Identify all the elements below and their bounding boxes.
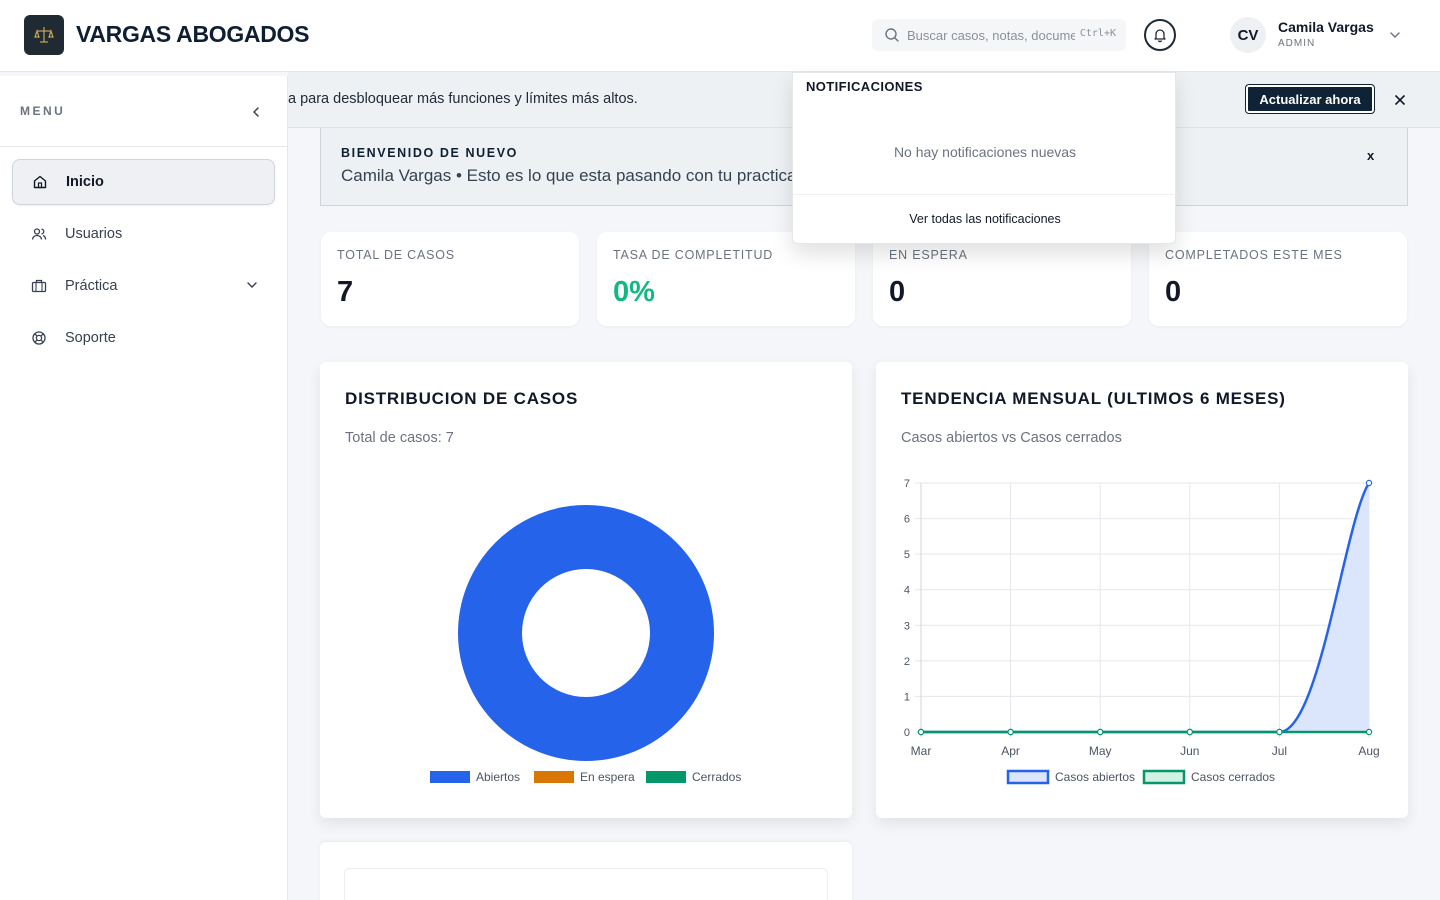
chevron-left-icon	[253, 107, 259, 117]
data-point	[1365, 728, 1373, 736]
legend-label: Abiertos	[476, 770, 520, 784]
legend-label: Casos cerrados	[1191, 770, 1275, 784]
banner-close-button[interactable]	[1390, 90, 1410, 110]
briefcase-icon	[30, 277, 48, 295]
sidebar-item-inicio[interactable]: Inicio	[12, 159, 275, 205]
stat-value: 0	[889, 276, 906, 308]
y-tick-label: 5	[904, 549, 910, 561]
distribution-donut-chart: Abiertos En espera Cerrados	[430, 505, 741, 784]
sidebar-item-soporte[interactable]: Soporte	[12, 315, 275, 361]
y-tick-label: 6	[904, 514, 910, 526]
notifications-dropdown: NOTIFICACIONES No hay notificaciones nue…	[792, 72, 1177, 244]
sidebar-item-usuarios[interactable]: Usuarios	[12, 211, 275, 257]
scales-icon	[34, 27, 54, 43]
stat-label: TOTAL DE CASOS	[337, 248, 455, 262]
donut-slice-abiertos	[458, 505, 714, 761]
collapse-sidebar-button[interactable]	[246, 102, 266, 122]
bell-icon	[1154, 29, 1166, 43]
welcome-close-button[interactable]: x	[1367, 148, 1374, 163]
series-area-casos-abiertos	[921, 483, 1369, 732]
stat-label: EN ESPERA	[889, 248, 968, 262]
search-icon	[885, 28, 899, 42]
search-input[interactable]	[907, 25, 1075, 45]
welcome-kicker: BIENVENIDO DE NUEVO	[341, 146, 518, 160]
stat-card-total-casos: TOTAL DE CASOS 7	[321, 232, 579, 326]
welcome-subtitle: Camila Vargas • Esto es lo que esta pasa…	[341, 166, 833, 185]
lifebuoy-icon	[30, 329, 48, 347]
search-shortcut: Ctrl+K	[1079, 28, 1116, 39]
data-point	[1096, 728, 1104, 736]
trend-card: TENDENCIA MENSUAL (ULTIMOS 6 MESES) Caso…	[876, 362, 1408, 818]
legend-swatch	[1006, 769, 1050, 785]
y-tick-label: 2	[904, 656, 910, 668]
trend-line-chart: 0 1 2 3 4 5 6 7 Mar Apr May Jun Jul Aug Casos abiertos…	[904, 478, 1380, 785]
series-line-casos-abiertos	[921, 482, 1371, 734]
y-tick-label: 7	[904, 478, 910, 490]
legend-label: En espera	[580, 770, 635, 784]
stat-card-en-espera: EN ESPERA 0	[873, 232, 1131, 326]
x-tick-label: Apr	[1001, 744, 1020, 758]
x-tick-label: Aug	[1358, 744, 1379, 758]
sidebar-item-label: Práctica	[65, 278, 118, 294]
data-point	[917, 728, 925, 736]
upgrade-now-button[interactable]: Actualizar ahora	[1246, 85, 1374, 113]
view-all-notifications-link[interactable]: Ver todas las notificaciones	[793, 212, 1177, 226]
users-icon	[30, 225, 48, 243]
sidebar-item-practica[interactable]: Práctica	[12, 263, 275, 309]
legend-swatch	[646, 771, 686, 783]
sidebar-item-label: Inicio	[66, 174, 104, 190]
notifications-button[interactable]	[1144, 19, 1176, 51]
y-tick-label: 1	[904, 691, 910, 703]
user-avatar[interactable]: CV	[1230, 17, 1266, 53]
stat-value: 0%	[613, 276, 655, 308]
global-search[interactable]: Ctrl+K	[872, 19, 1126, 51]
stat-card-tasa-completitud: TASA DE COMPLETITUD 0%	[597, 232, 855, 326]
x-tick-label: Mar	[911, 744, 932, 758]
user-role: ADMIN	[1278, 38, 1316, 49]
top-header: VARGAS ABOGADOS Ctrl+K CV Camila Vargas …	[0, 0, 1440, 72]
close-icon	[1394, 94, 1406, 106]
data-point	[1186, 728, 1193, 736]
bottom-card	[320, 842, 852, 900]
legend-label: Casos abiertos	[1055, 770, 1135, 784]
sidebar-item-label: Soporte	[65, 330, 116, 346]
brand-logo[interactable]	[24, 15, 64, 55]
y-tick-label: 4	[904, 585, 910, 597]
notifications-empty-message: No hay notificaciones nuevas	[893, 144, 1077, 160]
sidebar-title: MENU	[20, 104, 66, 118]
legend-swatch	[534, 771, 574, 783]
brand-name[interactable]: VARGAS ABOGADOS	[76, 21, 309, 48]
x-tick-label: Jul	[1272, 744, 1287, 758]
stat-label: COMPLETADOS ESTE MES	[1165, 248, 1343, 262]
data-point	[1276, 728, 1283, 736]
stat-label: TASA DE COMPLETITUD	[613, 248, 774, 262]
bottom-card-inner	[344, 868, 828, 900]
sidebar: MENU Inicio Usuarios Práctica Soporte	[0, 76, 288, 900]
user-name[interactable]: Camila Vargas	[1278, 19, 1374, 35]
notifications-title: NOTIFICACIONES	[806, 79, 923, 94]
y-tick-label: 0	[904, 727, 910, 739]
legend-swatch	[430, 771, 470, 783]
chevron-down-icon[interactable]	[245, 278, 259, 292]
x-tick-label: Jun	[1180, 744, 1199, 758]
stat-value: 7	[337, 276, 354, 308]
banner-text: a para desbloquear más funciones y límit…	[288, 91, 638, 107]
home-icon	[31, 173, 49, 191]
legend-label: Cerrados	[692, 770, 741, 784]
x-tick-label: May	[1089, 744, 1112, 758]
notifications-divider	[793, 194, 1177, 195]
y-tick-label: 3	[904, 620, 910, 632]
chevron-down-icon[interactable]	[1388, 28, 1402, 42]
data-point	[1365, 479, 1373, 487]
sidebar-item-label: Usuarios	[65, 226, 123, 242]
data-point	[1007, 728, 1014, 736]
stat-value: 0	[1165, 276, 1182, 308]
legend-swatch	[1142, 769, 1186, 785]
distribution-card: DISTRIBUCION DE CASOS Total de casos: 7 …	[320, 362, 852, 818]
sidebar-divider	[0, 146, 288, 147]
stat-card-completados-mes: COMPLETADOS ESTE MES 0	[1149, 232, 1407, 326]
